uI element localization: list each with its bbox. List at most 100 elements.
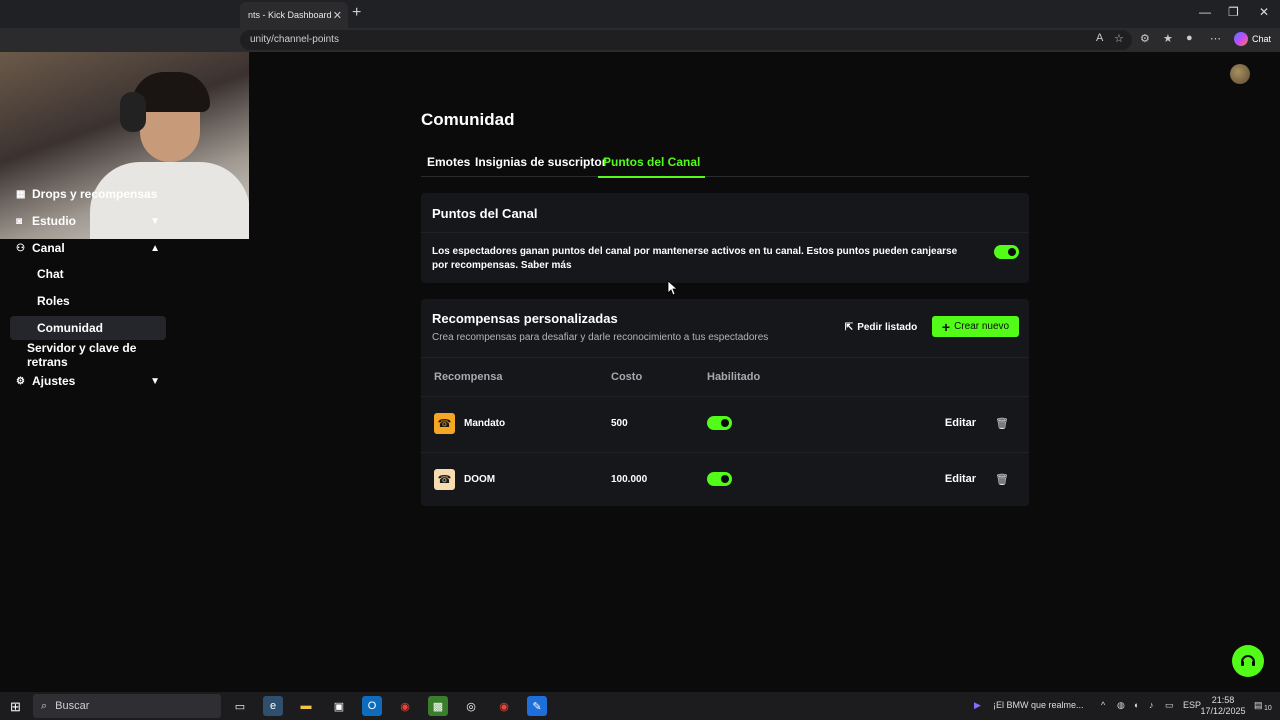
clock-date: 17/12/2025	[1200, 706, 1246, 716]
close-tab-icon[interactable]: ✕	[333, 9, 342, 22]
restore-button[interactable]: ❐	[1228, 5, 1239, 19]
clock[interactable]: 21:58 17/12/2025	[1196, 695, 1250, 717]
obs-icon[interactable]: ◎	[461, 696, 481, 716]
tab-sub-badges[interactable]: Insignias de suscriptor	[475, 155, 606, 169]
taskbar-search[interactable]: ⌕ Buscar	[33, 694, 221, 718]
news-icon: ▶	[974, 700, 981, 710]
chevron-up-icon[interactable]: ^	[1101, 700, 1105, 710]
chrome-profile-icon[interactable]: ◉	[494, 696, 514, 716]
notifications-icon[interactable]: ▤	[1254, 700, 1263, 711]
more-menu-icon[interactable]: ⋯	[1210, 32, 1221, 45]
tray-app-icon[interactable]: ◍	[1117, 700, 1125, 711]
edit-button[interactable]: Editar	[938, 467, 983, 491]
mic-icon[interactable]: ♪	[1149, 700, 1154, 710]
sidebar-item-community[interactable]: Comunidad	[10, 316, 166, 340]
chrome-icon[interactable]: ◉	[395, 696, 415, 716]
headset-icon	[1241, 655, 1255, 666]
plus-icon: +	[941, 318, 951, 335]
table-row: ☎ DOOM 100.000 Editar 🗑	[421, 452, 1029, 507]
reward-enabled-toggle[interactable]	[707, 472, 732, 486]
sidebar-item-channel[interactable]: ⚇ Canal ▲	[10, 236, 166, 260]
browser-tab-title: nts - Kick Dashboard	[248, 10, 332, 20]
create-new-button[interactable]: + Crear nuevo	[932, 316, 1019, 337]
camera-icon: ◙	[16, 215, 23, 227]
windows-start-icon[interactable]: ⊞	[10, 699, 21, 715]
external-link-icon: ⇱	[844, 321, 854, 333]
sidebar-item-label: Ajustes	[32, 374, 76, 388]
help-chat-button[interactable]	[1232, 645, 1264, 677]
reward-ticket-icon: ☎	[434, 469, 455, 490]
reward-name: DOOM	[464, 474, 496, 485]
trash-icon[interactable]: 🗑	[990, 467, 1014, 491]
minimize-button[interactable]: —	[1199, 5, 1211, 19]
sidebar-item-roles[interactable]: Roles	[10, 289, 166, 313]
page-content: Comunidad Emotes Insignias de suscriptor…	[0, 52, 1280, 692]
sidebar-item-label: Canal	[32, 241, 65, 255]
extensions-icon[interactable]: ⚙	[1140, 32, 1150, 45]
favorite-star-icon[interactable]: ☆	[1114, 32, 1124, 45]
sidebar-item-label: Comunidad	[37, 321, 103, 335]
sidebar-item-label: Estudio	[32, 214, 76, 228]
task-view-icon[interactable]: ▭	[230, 696, 250, 716]
column-enabled: Habilitado	[707, 371, 761, 383]
minecraft-icon[interactable]: ▩	[428, 696, 448, 716]
gear-icon: ⚙	[16, 375, 25, 387]
profile-icon[interactable]: ●	[1186, 32, 1193, 44]
channel-points-toggle[interactable]	[994, 245, 1019, 259]
user-avatar[interactable]	[1230, 64, 1250, 84]
reward-cost: 100.000	[611, 474, 648, 485]
mouse-cursor-icon	[667, 280, 677, 296]
chevron-down-icon: ▼	[150, 375, 160, 387]
new-tab-button[interactable]: +	[352, 4, 361, 22]
chevron-down-icon: ▼	[150, 215, 160, 227]
notifications-count: 10	[1264, 705, 1272, 712]
url-field[interactable]: unity/channel-points	[240, 30, 1132, 50]
news-ticker[interactable]: ¡El BMW que realme...	[993, 700, 1084, 710]
edit-button[interactable]: Editar	[938, 411, 983, 435]
favorites-icon[interactable]: ★	[1163, 32, 1173, 45]
browser-tab[interactable]: nts - Kick Dashboard ✕	[240, 2, 348, 28]
browser-tabbar: nts - Kick Dashboard ✕ + — ❐ ✕	[0, 0, 1280, 28]
outlook-icon[interactable]: O	[362, 696, 382, 716]
sidebar-item-server-key[interactable]: Servidor y clave de retrans	[10, 341, 180, 369]
sidebar-item-drops[interactable]: ▦ Drops y recompensas	[10, 182, 166, 206]
column-cost: Costo	[611, 371, 643, 383]
request-list-label: Pedir listado	[857, 321, 918, 333]
copilot-icon	[1234, 32, 1248, 46]
chat-button-label: Chat	[1252, 34, 1272, 44]
read-aloud-icon[interactable]: A	[1096, 32, 1103, 44]
close-window-button[interactable]: ✕	[1259, 5, 1269, 19]
create-new-label: Crear nuevo	[954, 321, 1010, 332]
reward-enabled-toggle[interactable]	[707, 416, 732, 430]
copilot-chat-button[interactable]: Chat	[1234, 32, 1271, 46]
reward-cost: 500	[611, 418, 628, 429]
tab-channel-points[interactable]: Puntos del Canal	[598, 155, 706, 178]
paint-icon[interactable]: ✎	[527, 696, 547, 716]
custom-rewards-title: Recompensas personalizadas	[432, 311, 618, 326]
sidebar-item-label: Servidor y clave de retrans	[27, 341, 137, 369]
file-explorer-icon[interactable]: ▬	[296, 696, 316, 716]
custom-rewards-subtitle: Crea recompensas para desafiar y darle r…	[432, 332, 769, 343]
sidebar-item-studio[interactable]: ◙ Estudio ▼	[10, 209, 166, 233]
sidebar-item-label: Roles	[37, 294, 70, 308]
channel-points-header: Puntos del Canal	[421, 193, 1029, 233]
clock-time: 21:58	[1211, 695, 1235, 705]
table-row: ☎ Mandato 500 Editar 🗑	[421, 397, 1029, 452]
sidebar-item-label: Drops y recompensas	[32, 187, 158, 201]
tab-emotes[interactable]: Emotes	[427, 155, 470, 169]
community-tabs: Emotes Insignias de suscriptor Puntos de…	[421, 148, 1029, 178]
column-reward: Recompensa	[434, 371, 503, 383]
address-bar: unity/channel-points A ☆ ⚙ ★ ● ⋯	[0, 28, 1280, 52]
volume-icon[interactable]: ◖	[1133, 700, 1138, 710]
sidebar-item-label: Chat	[37, 267, 64, 281]
edge-icon[interactable]: e	[263, 696, 283, 716]
trash-icon[interactable]: 🗑	[990, 411, 1014, 435]
users-icon: ⚇	[16, 242, 25, 254]
store-icon[interactable]: ▣	[329, 696, 349, 716]
sidebar-item-chat[interactable]: Chat	[10, 262, 166, 286]
network-icon[interactable]: ▭	[1165, 700, 1174, 711]
request-list-button[interactable]: ⇱ Pedir listado	[841, 317, 921, 337]
sidebar-item-settings[interactable]: ⚙ Ajustes ▼	[10, 369, 166, 393]
search-placeholder: Buscar	[55, 700, 90, 712]
search-icon: ⌕	[41, 699, 48, 712]
